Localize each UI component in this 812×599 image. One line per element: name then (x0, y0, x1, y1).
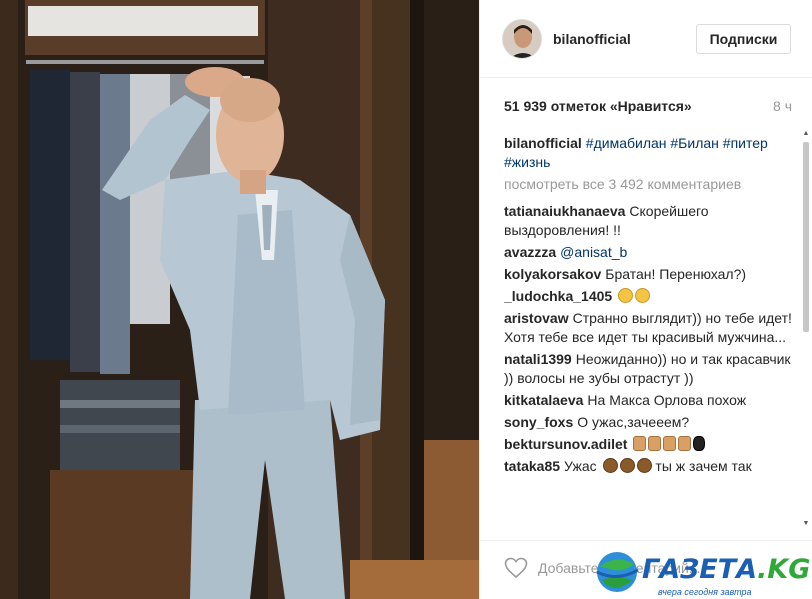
comment-username[interactable]: bektursunov.adilet (504, 436, 627, 452)
post-author-username[interactable]: bilanofficial (553, 31, 631, 47)
see-no-evil-monkey-emoji-icon (636, 458, 652, 473)
comment-item: avazzza @anisat_b (504, 243, 794, 262)
thumbs-up-emoji-icon (648, 436, 662, 451)
watermark-brand-name: ГАЗЕТА (642, 554, 758, 585)
see-no-evil-monkey-emoji-icon (602, 458, 618, 473)
comment-username[interactable]: natali1399 (504, 351, 572, 367)
scroll-down-arrow-icon[interactable]: ▼ (802, 520, 810, 528)
comment-item: kitkatalaeva На Макса Орлова похож (504, 391, 794, 410)
comment-text: На Макса Орлова похож (587, 392, 747, 408)
comment-username[interactable]: tatianaiukhanaeva (504, 203, 625, 219)
follow-button[interactable]: Подписки (696, 24, 791, 54)
comment-text: Ужас (564, 458, 597, 474)
heart-icon[interactable] (504, 557, 528, 579)
watermark-tld: .KG (757, 554, 811, 585)
comment-item: _ludochka_1405 (504, 287, 794, 306)
scroll-up-arrow-icon[interactable]: ▲ (802, 130, 810, 138)
comment-item: aristovaw Странно выглядит)) но тебе идет… (504, 309, 794, 347)
comment-username[interactable]: _ludochka_1405 (504, 288, 612, 304)
scrollbar-thumb[interactable] (803, 142, 809, 332)
post-photo[interactable] (0, 0, 479, 599)
avatar-image (503, 20, 541, 58)
squinting-face-emoji-icon (635, 288, 651, 303)
comment-text: О ужас,зачееем? (577, 414, 690, 430)
clap-emoji-icon (693, 436, 706, 451)
comment-item: tatianaiukhanaeva Скорейшего выздоровлени… (504, 202, 794, 240)
globe-logo-icon (596, 552, 639, 592)
thumbs-up-emoji-icon (663, 436, 677, 451)
comments-list: bilanofficial #димабилан #Билан #питер #ж… (504, 134, 794, 526)
post-header: bilanofficial Подписки (480, 0, 812, 78)
comment-mention[interactable]: @anisat_b (560, 244, 627, 260)
comments-scrollbar[interactable]: ▲ ▼ (802, 130, 810, 528)
avatar[interactable] (502, 19, 542, 59)
caption-username[interactable]: bilanofficial (504, 135, 582, 151)
photo-illustration (0, 0, 479, 599)
comment-username[interactable]: tataka85 (504, 458, 560, 474)
comment-username[interactable]: kitkatalaeva (504, 392, 583, 408)
caption-hashtags-1[interactable]: #димабилан #Билан (586, 135, 719, 151)
likes-count[interactable]: 51 939 отметок «Нравится» (504, 98, 692, 114)
comment-text: Братан! Перенюхал?) (605, 266, 747, 282)
watermark-tagline: вчера сегодня завтра (658, 587, 752, 597)
thumbs-up-emoji-icon (678, 436, 692, 451)
squinting-face-emoji-icon (618, 288, 634, 303)
comment-item: natali1399 Неожиданно)) но и так красавчи… (504, 350, 794, 388)
gazeta-kg-watermark: ГАЗЕТА.KG вчера сегодня завтра (594, 546, 812, 599)
watermark-brand: ГАЗЕТА.KG (642, 554, 810, 585)
caption: bilanofficial #димабилан #Билан #питер #ж… (504, 134, 794, 172)
see-no-evil-monkey-emoji-icon (619, 458, 635, 473)
thumbs-up-emoji-icon (633, 436, 647, 451)
post-side-panel: bilanofficial Подписки 51 939 отметок «Н… (479, 0, 812, 599)
post-time[interactable]: 8 ч (773, 98, 792, 114)
comment-username[interactable]: avazzza (504, 244, 556, 260)
comment-item: kolyakorsakov Братан! Перенюхал?) (504, 265, 794, 284)
comment-item: sony_foxs О ужас,зачееем? (504, 413, 794, 432)
view-all-comments-link[interactable]: посмотреть все 3 492 комментариев (504, 175, 794, 194)
comment-text: ты ж зачем так (655, 458, 752, 474)
comment-username[interactable]: aristovaw (504, 310, 569, 326)
likes-row: 51 939 отметок «Нравится» 8 ч (504, 98, 792, 116)
comment-item: bektursunov.adilet (504, 435, 794, 454)
comment-item: tataka85 Ужас ты ж зачем так (504, 457, 794, 476)
comment-username[interactable]: sony_foxs (504, 414, 573, 430)
comment-username[interactable]: kolyakorsakov (504, 266, 601, 282)
